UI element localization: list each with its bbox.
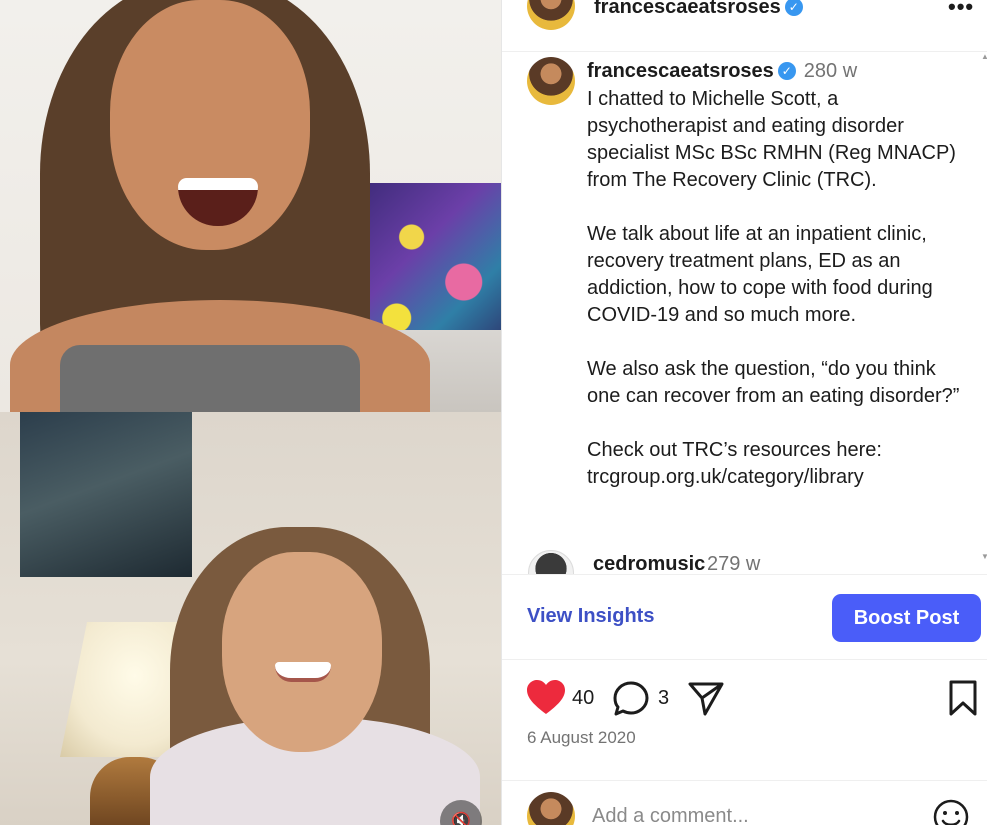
post-date: 6 August 2020 bbox=[527, 728, 636, 747]
caption-link[interactable]: trcgroup.org.uk/category/library bbox=[587, 464, 972, 491]
comment-timestamp: 279 w bbox=[707, 553, 761, 574]
author-username-text[interactable]: francescaeatsroses bbox=[594, 0, 781, 18]
bookmark-icon[interactable] bbox=[948, 680, 978, 716]
guest-smile bbox=[275, 662, 331, 682]
heart-icon[interactable] bbox=[526, 680, 566, 716]
caption-heading: francescaeatsroses ✓ 280 w bbox=[587, 60, 857, 83]
wall-painting bbox=[20, 412, 192, 577]
caption-text: I chatted to Michelle Scott, a psychothe… bbox=[587, 86, 972, 491]
video-tile-guest bbox=[0, 412, 501, 825]
author-username[interactable]: francescaeatsroses ✓ bbox=[594, 0, 803, 19]
scroll-up-arrow-icon[interactable]: ▲ bbox=[981, 52, 987, 61]
current-user-avatar bbox=[527, 792, 575, 825]
commenter-username[interactable]: cedromusic bbox=[593, 553, 705, 574]
caption-section: francescaeatsroses ✓ 280 w I chatted to Mi… bbox=[502, 52, 987, 572]
verified-badge-icon: ✓ bbox=[784, 0, 803, 16]
comment-item: cedromusic 279 w bbox=[502, 548, 987, 574]
view-insights-link[interactable]: View Insights bbox=[527, 605, 654, 628]
add-comment-bar bbox=[502, 780, 987, 825]
comment-bubble-icon[interactable] bbox=[612, 680, 650, 718]
boost-post-button[interactable]: Boost Post bbox=[832, 594, 981, 642]
post-header: francescaeatsroses ✓ ••• bbox=[502, 0, 987, 52]
caption-paragraph: We talk about life at an inpatient clini… bbox=[587, 223, 933, 326]
caption-username[interactable]: francescaeatsroses bbox=[587, 60, 774, 82]
like-count[interactable]: 40 bbox=[572, 687, 594, 710]
author-avatar[interactable] bbox=[527, 0, 575, 30]
add-comment-input[interactable] bbox=[592, 805, 912, 825]
verified-badge-icon: ✓ bbox=[777, 62, 796, 80]
comment-count[interactable]: 3 bbox=[658, 687, 669, 710]
host-top bbox=[60, 345, 360, 412]
video-tile-host bbox=[0, 0, 501, 412]
post-actions: 40 3 6 August 2020 bbox=[502, 660, 987, 760]
caption-paragraph: Check out TRC’s resources here: bbox=[587, 439, 882, 461]
caption-avatar[interactable] bbox=[527, 57, 575, 105]
caption-timestamp: 280 w bbox=[803, 60, 858, 82]
emoji-icon[interactable] bbox=[933, 799, 969, 825]
post-media[interactable]: 🔇 bbox=[0, 0, 501, 825]
post-details-panel: francescaeatsroses ✓ ••• francescaeatsros… bbox=[501, 0, 987, 825]
guest-face bbox=[222, 552, 382, 752]
insights-bar: View Insights Boost Post bbox=[502, 574, 987, 660]
caption-paragraph: We also ask the question, “do you think … bbox=[587, 358, 960, 407]
caption-paragraph: I chatted to Michelle Scott, a psychothe… bbox=[587, 88, 956, 191]
commenter-avatar[interactable] bbox=[528, 550, 574, 574]
share-paper-plane-icon[interactable] bbox=[687, 681, 725, 717]
more-options-icon[interactable]: ••• bbox=[948, 0, 974, 20]
